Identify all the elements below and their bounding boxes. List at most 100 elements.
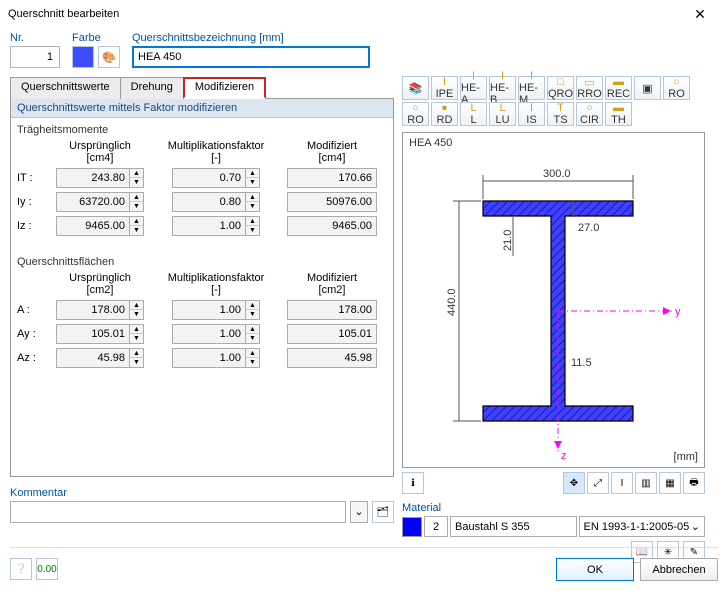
az-mod xyxy=(287,348,377,368)
profile-ts-button[interactable]: TTS xyxy=(547,102,574,126)
spin[interactable]: ▲▼ xyxy=(246,324,260,344)
kommentar-label: Kommentar xyxy=(10,487,67,499)
az-orig[interactable] xyxy=(56,348,130,368)
col-fac: Multiplikationsfaktor xyxy=(168,140,265,152)
col-orig-unit: [cm4] xyxy=(87,152,114,164)
profile-ro2-button[interactable]: ○RO xyxy=(402,102,429,126)
profile-hea-button[interactable]: IHE-A xyxy=(460,76,487,100)
profile-ipe-button[interactable]: IIPE xyxy=(431,76,458,100)
profile-library-button[interactable]: 📚 xyxy=(402,76,429,100)
spin[interactable]: ▲▼ xyxy=(246,300,260,320)
material-name[interactable]: Baustahl S 355 xyxy=(450,516,577,537)
color-swatch[interactable] xyxy=(72,46,94,68)
row-it-label: IT : xyxy=(17,172,47,184)
nr-label: Nr. xyxy=(10,32,60,44)
ay-fac[interactable] xyxy=(172,324,246,344)
material-norm-select[interactable]: EN 1993-1-1:2005-05 xyxy=(579,516,706,537)
it-orig[interactable] xyxy=(56,168,130,188)
tab-drehung[interactable]: Drehung xyxy=(120,77,184,99)
spin[interactable]: ▲▼ xyxy=(246,168,260,188)
svg-text:11.5: 11.5 xyxy=(571,357,592,369)
row-iz-label: Iz : xyxy=(17,220,47,232)
print-button[interactable]: 🖶 xyxy=(683,472,705,494)
close-icon[interactable]: ✕ xyxy=(680,6,720,23)
profile-custom-button[interactable]: ▣ xyxy=(634,76,661,100)
row-az-label: Az : xyxy=(17,352,47,364)
stress-view-button[interactable]: ▥ xyxy=(635,472,657,494)
material-label: Material xyxy=(402,502,441,514)
svg-text:z: z xyxy=(561,450,567,461)
querschnittsbezeichnung-input[interactable] xyxy=(132,46,370,68)
profile-toolbar: 📚 IIPE IHE-A IHE-B IHE-M □QRO ▭RRO ▬REC … xyxy=(402,76,705,126)
tab-modifizieren[interactable]: Modifizieren xyxy=(183,77,266,99)
spin[interactable]: ▲▼ xyxy=(130,168,144,188)
a-fac[interactable] xyxy=(172,300,246,320)
col-fac-unit: [-] xyxy=(211,152,221,164)
section-drawing: y z 300.0 440.0 27.0 11.5 xyxy=(413,151,693,461)
spin[interactable]: ▲▼ xyxy=(130,300,144,320)
profile-hem-button[interactable]: IHE-M xyxy=(518,76,545,100)
spin[interactable]: ▲▼ xyxy=(246,348,260,368)
traegheitsmomente-header: Trägheitsmomente xyxy=(17,124,387,136)
iz-fac[interactable] xyxy=(172,216,246,236)
profile-ro1-button[interactable]: ○RO xyxy=(663,76,690,100)
iy-fac[interactable] xyxy=(172,192,246,212)
iy-mod xyxy=(287,192,377,212)
profile-th-button[interactable]: ▬TH xyxy=(605,102,632,126)
profile-l-button[interactable]: LL xyxy=(460,102,487,126)
row-a-label: A : xyxy=(17,304,47,316)
profile-heb-button[interactable]: IHE-B xyxy=(489,76,516,100)
cancel-button[interactable]: Abbrechen xyxy=(640,558,718,581)
kommentar-library-button[interactable]: 🗂 xyxy=(372,501,394,523)
spin[interactable]: ▲▼ xyxy=(130,324,144,344)
profile-is-button[interactable]: IIS xyxy=(518,102,545,126)
qb-label: Querschnittsbezeichnung [mm] xyxy=(132,32,370,44)
profile-qro-button[interactable]: □QRO xyxy=(547,76,574,100)
svg-text:27.0: 27.0 xyxy=(578,222,599,234)
nr-input[interactable] xyxy=(10,46,60,68)
col-orig2: Ursprünglich xyxy=(69,272,131,284)
profile-lu-button[interactable]: LLU xyxy=(489,102,516,126)
ay-mod xyxy=(287,324,377,344)
az-fac[interactable] xyxy=(172,348,246,368)
preview-title: HEA 450 xyxy=(409,137,452,149)
values-view-button[interactable]: I xyxy=(611,472,633,494)
iy-orig[interactable] xyxy=(56,192,130,212)
help-button[interactable]: ❔ xyxy=(10,558,32,580)
dims-view-button[interactable]: ⤢ xyxy=(587,472,609,494)
a-mod xyxy=(287,300,377,320)
spin[interactable]: ▲▼ xyxy=(246,192,260,212)
profile-rec-button[interactable]: ▬REC xyxy=(605,76,632,100)
numeric-view-button[interactable]: ▦ xyxy=(659,472,681,494)
iz-orig[interactable] xyxy=(56,216,130,236)
tab-querschnittswerte[interactable]: Querschnittswerte xyxy=(10,77,121,99)
section-header: Querschnittswerte mittels Faktor modifiz… xyxy=(11,99,393,118)
ok-button[interactable]: OK xyxy=(556,558,634,581)
info-button[interactable]: ℹ xyxy=(402,472,424,494)
it-fac[interactable] xyxy=(172,168,246,188)
kommentar-input[interactable] xyxy=(10,501,346,523)
axes-view-button[interactable]: ✥ xyxy=(563,472,585,494)
spin[interactable]: ▲▼ xyxy=(246,216,260,236)
a-orig[interactable] xyxy=(56,300,130,320)
col-mod: Modifiziert xyxy=(307,140,357,152)
kommentar-dropdown[interactable]: ⌄ xyxy=(350,501,368,523)
farbe-label: Farbe xyxy=(72,32,120,44)
material-nr[interactable]: 2 xyxy=(424,516,448,537)
profile-rd-button[interactable]: ●RD xyxy=(431,102,458,126)
spin[interactable]: ▲▼ xyxy=(130,348,144,368)
color-picker-button[interactable]: 🎨 xyxy=(98,46,120,68)
profile-cir-button[interactable]: ○CIR xyxy=(576,102,603,126)
spin[interactable]: ▲▼ xyxy=(130,216,144,236)
it-mod xyxy=(287,168,377,188)
spin[interactable]: ▲▼ xyxy=(130,192,144,212)
profile-rro-button[interactable]: ▭RRO xyxy=(576,76,603,100)
col-orig: Ursprünglich xyxy=(69,140,131,152)
querschnittsflaechen-header: Querschnittsflächen xyxy=(17,256,387,268)
svg-text:440.0: 440.0 xyxy=(446,288,458,316)
col-mod2: Modifiziert xyxy=(307,272,357,284)
ay-orig[interactable] xyxy=(56,324,130,344)
window-title: Querschnitt bearbeiten xyxy=(8,8,680,20)
material-color-swatch xyxy=(402,517,422,537)
units-button[interactable]: 0.00 xyxy=(36,558,58,580)
